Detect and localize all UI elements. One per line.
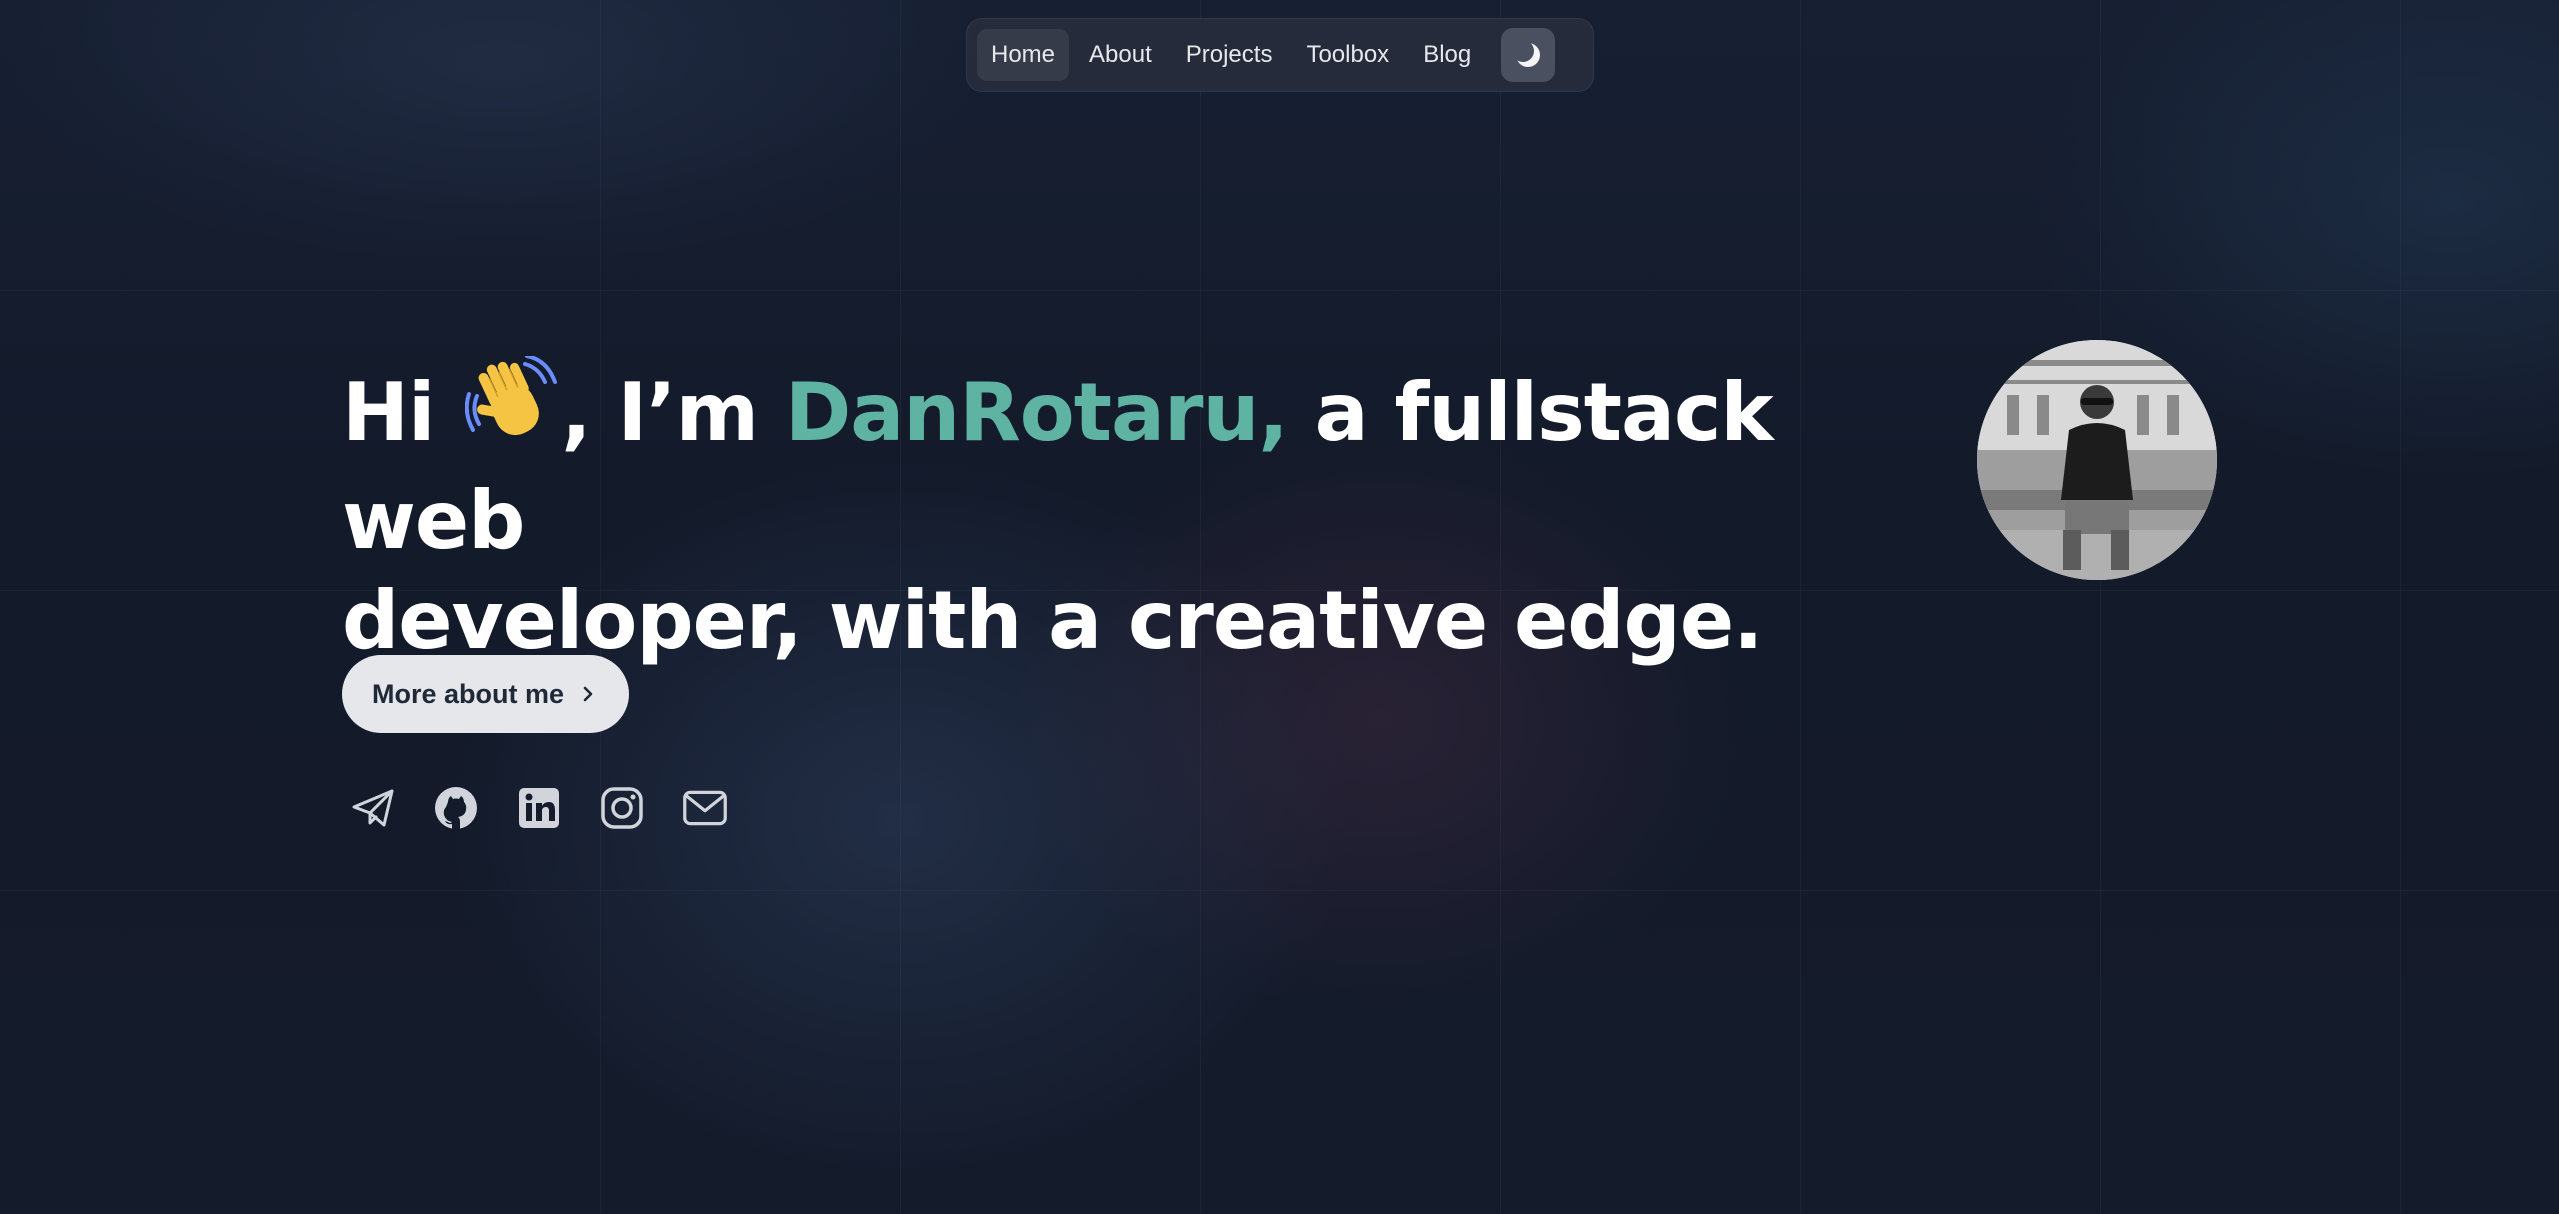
linkedin-icon[interactable] — [516, 785, 562, 831]
nav-home[interactable]: Home — [977, 29, 1070, 81]
github-icon[interactable] — [433, 785, 479, 831]
name-highlight: DanRotaru, — [784, 366, 1289, 459]
theme-toggle-button[interactable] — [1501, 28, 1556, 82]
chevron-right-icon — [583, 686, 593, 702]
tagline-line-2: developer, with a creative edge. — [342, 574, 1763, 667]
intro-text: , I’m — [561, 366, 759, 459]
nav-blog[interactable]: Blog — [1409, 29, 1485, 81]
nav-projects[interactable]: Projects — [1172, 29, 1287, 81]
waving-hand-icon — [464, 354, 558, 471]
greeting-text: Hi — [342, 366, 435, 459]
profile-photo — [1977, 340, 2217, 580]
instagram-icon[interactable] — [599, 785, 645, 831]
nav-toolbox[interactable]: Toolbox — [1292, 29, 1403, 81]
social-links — [350, 785, 728, 831]
page: Home About Projects Toolbox Blog Hi , I’… — [0, 0, 2559, 1214]
mail-icon[interactable] — [682, 785, 728, 831]
hero-heading: Hi , I’m DanRotaru, a fullstack web deve… — [342, 354, 1862, 671]
more-about-me-label: More about me — [372, 678, 565, 709]
nav-about[interactable]: About — [1075, 29, 1166, 81]
telegram-icon[interactable] — [350, 785, 396, 831]
top-navigation: Home About Projects Toolbox Blog — [966, 18, 1594, 92]
more-about-me-button[interactable]: More about me — [342, 655, 629, 733]
moon-icon — [1513, 40, 1541, 67]
